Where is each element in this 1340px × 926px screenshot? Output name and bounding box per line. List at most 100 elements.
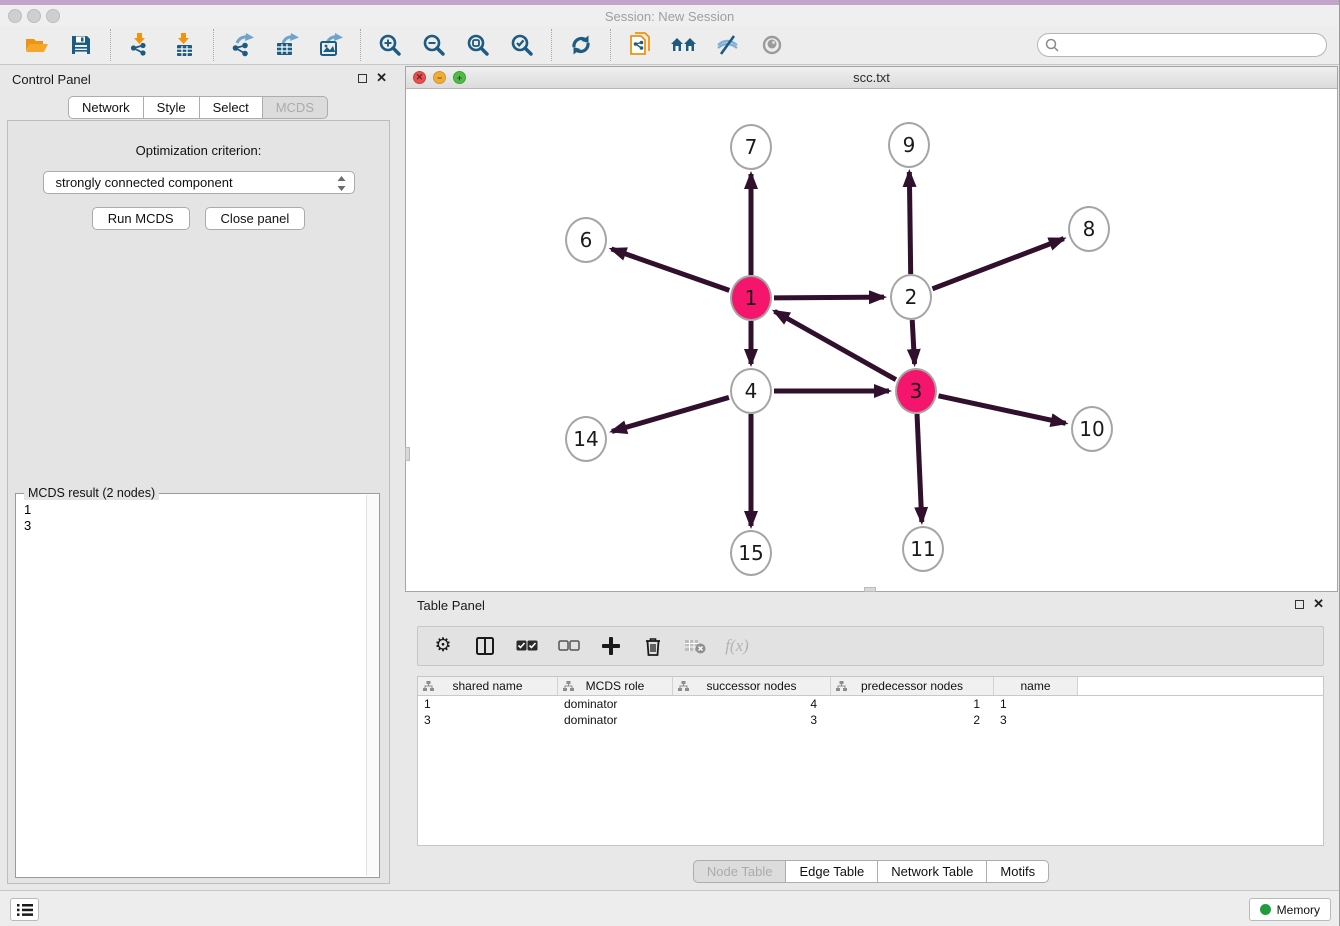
splitter-handle-left[interactable] xyxy=(405,447,410,461)
table-cell[interactable]: 3 xyxy=(994,712,1078,728)
zoom-out-button[interactable] xyxy=(417,29,451,61)
hide-selected-button[interactable] xyxy=(711,29,745,61)
table-row[interactable]: 1dominator411 xyxy=(418,696,1323,712)
edge-1-2[interactable] xyxy=(774,297,884,298)
edge-1-6[interactable] xyxy=(611,249,729,290)
export-table-button[interactable] xyxy=(270,29,304,61)
column-header-successor-nodes[interactable]: successor nodes xyxy=(673,677,831,695)
deselect-all-button[interactable] xyxy=(556,633,582,659)
tab-motifs[interactable]: Motifs xyxy=(986,860,1049,883)
export-image-button[interactable] xyxy=(314,29,348,61)
zoom-in-button[interactable] xyxy=(373,29,407,61)
fx-icon: f(x) xyxy=(725,636,749,656)
table-panel: Table Panel ✕ ⚙ xyxy=(405,594,1338,890)
show-all-button[interactable] xyxy=(755,29,789,61)
table-cell[interactable]: 4 xyxy=(673,696,831,712)
table-cell[interactable]: 1 xyxy=(831,696,994,712)
criterion-select[interactable]: strongly connected component xyxy=(43,171,355,194)
graph-node-9[interactable]: 9 xyxy=(888,122,930,168)
delete-column-button[interactable] xyxy=(640,633,666,659)
float-panel-icon[interactable] xyxy=(358,74,367,83)
toggle-columns-button[interactable] xyxy=(472,633,498,659)
select-all-button[interactable] xyxy=(514,633,540,659)
network-canvas[interactable]: 7 9 6 8 1 2 4 3 14 10 15 11 xyxy=(406,89,1337,591)
table-cell[interactable]: 3 xyxy=(673,712,831,728)
delete-table-button[interactable] xyxy=(682,633,708,659)
float-table-panel-icon[interactable] xyxy=(1295,600,1304,609)
table-cell[interactable]: 2 xyxy=(831,712,994,728)
table-panel-title: Table Panel xyxy=(417,598,485,613)
result-scrollbar[interactable] xyxy=(366,495,379,876)
table-cell[interactable]: dominator xyxy=(558,712,673,728)
memory-button[interactable]: Memory xyxy=(1249,898,1331,921)
table-row[interactable]: 3dominator323 xyxy=(418,712,1323,728)
import-network-button[interactable] xyxy=(123,29,157,61)
close-panel-icon[interactable]: ✕ xyxy=(376,73,387,83)
column-header-predecessor-nodes[interactable]: predecessor nodes xyxy=(831,677,994,695)
edge-3-1[interactable] xyxy=(775,311,896,379)
add-column-button[interactable] xyxy=(598,633,624,659)
tab-network[interactable]: Network xyxy=(68,96,144,119)
open-folder-icon xyxy=(25,35,49,55)
graph-node-3[interactable]: 3 xyxy=(895,368,937,414)
edge-3-10[interactable] xyxy=(938,396,1065,423)
edge-2-9[interactable] xyxy=(909,172,910,274)
close-table-panel-icon[interactable]: ✕ xyxy=(1313,599,1324,609)
task-history-button[interactable] xyxy=(10,898,39,921)
graph-node-10[interactable]: 10 xyxy=(1071,406,1113,452)
edge-2-3[interactable] xyxy=(912,320,914,364)
tab-network-table[interactable]: Network Table xyxy=(877,860,987,883)
table-cell[interactable]: 1 xyxy=(418,696,558,712)
tab-mcds[interactable]: MCDS xyxy=(262,96,328,119)
tab-edge-table[interactable]: Edge Table xyxy=(785,860,878,883)
graph-node-4[interactable]: 4 xyxy=(730,368,772,414)
save-session-button[interactable] xyxy=(64,29,98,61)
graph-node-8[interactable]: 8 xyxy=(1068,206,1110,252)
column-header-MCDS-role[interactable]: MCDS role xyxy=(558,677,673,695)
edge-4-14[interactable] xyxy=(612,397,729,431)
import-table-button[interactable] xyxy=(167,29,201,61)
open-session-button[interactable] xyxy=(20,29,54,61)
table-toolbar: ⚙ xyxy=(417,626,1324,666)
tree-icon xyxy=(563,681,574,691)
edge-3-11[interactable] xyxy=(917,414,922,522)
mcds-result-box: MCDS result (2 nodes) 13 xyxy=(15,493,380,878)
tab-select[interactable]: Select xyxy=(199,96,263,119)
graph-node-2[interactable]: 2 xyxy=(890,274,932,320)
graph-node-1[interactable]: 1 xyxy=(730,275,772,321)
tab-style[interactable]: Style xyxy=(143,96,200,119)
first-neighbors-button[interactable] xyxy=(667,29,701,61)
column-header-name[interactable]: name xyxy=(994,677,1078,695)
zoom-fit-button[interactable] xyxy=(461,29,495,61)
import-network-icon xyxy=(129,33,151,57)
tree-icon xyxy=(423,681,434,691)
graph-node-7[interactable]: 7 xyxy=(730,124,772,170)
zoom-selected-button[interactable] xyxy=(505,29,539,61)
trash-icon xyxy=(645,637,661,656)
graph-node-14[interactable]: 14 xyxy=(565,416,607,462)
table-header-row: shared nameMCDS rolesuccessor nodesprede… xyxy=(418,677,1323,696)
save-icon xyxy=(71,35,91,55)
search-input[interactable] xyxy=(1037,33,1327,57)
table-settings-button[interactable]: ⚙ xyxy=(430,633,456,659)
close-panel-button[interactable]: Close panel xyxy=(205,207,306,230)
eye-slash-icon xyxy=(716,35,740,55)
tab-node-table[interactable]: Node Table xyxy=(693,860,787,883)
table-cell[interactable]: dominator xyxy=(558,696,673,712)
refresh-layout-button[interactable] xyxy=(564,29,598,61)
mcds-result-list[interactable]: 13 xyxy=(16,498,365,877)
graph-node-15[interactable]: 15 xyxy=(730,530,772,576)
edge-2-8[interactable] xyxy=(932,239,1063,289)
graph-node-11[interactable]: 11 xyxy=(902,526,944,572)
table-cell[interactable]: 1 xyxy=(994,696,1078,712)
apply-function-button[interactable]: f(x) xyxy=(724,633,750,659)
splitter-handle-bottom[interactable] xyxy=(864,587,876,592)
table-cell[interactable]: 3 xyxy=(418,712,558,728)
column-header-shared-name[interactable]: shared name xyxy=(418,677,558,695)
run-mcds-button[interactable]: Run MCDS xyxy=(92,207,190,230)
network-window-titlebar: ✕ − + scc.txt xyxy=(406,67,1337,89)
graph-node-6[interactable]: 6 xyxy=(565,217,607,263)
export-table-icon xyxy=(275,33,299,57)
new-network-from-selection-button[interactable] xyxy=(623,29,657,61)
export-network-button[interactable] xyxy=(226,29,260,61)
